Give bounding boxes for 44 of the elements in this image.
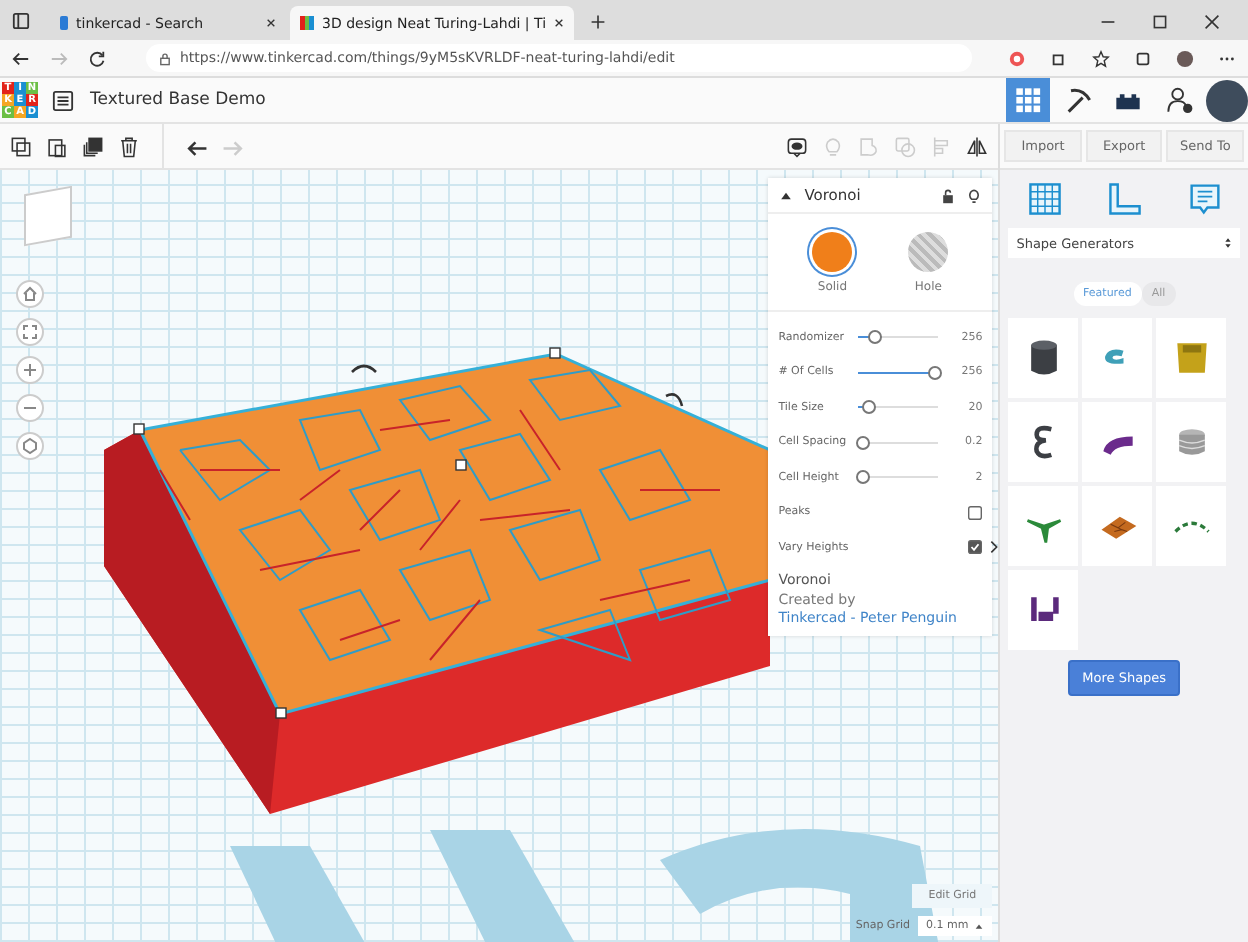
duplicate-icon[interactable] <box>82 135 104 157</box>
copy-icon[interactable] <box>10 135 32 157</box>
hole-swatch[interactable] <box>908 232 949 272</box>
ruler-icon[interactable] <box>1107 182 1142 216</box>
record-icon[interactable] <box>1008 49 1026 67</box>
grid-icon <box>1014 86 1042 114</box>
caret-icon <box>974 921 985 931</box>
orthographic-icon[interactable] <box>16 432 44 460</box>
close-tab-icon[interactable] <box>554 18 565 28</box>
workplane-icon[interactable] <box>1027 182 1062 216</box>
fit-view-icon[interactable] <box>16 318 44 346</box>
bulb-icon[interactable] <box>966 187 983 203</box>
checkbox[interactable] <box>968 505 983 520</box>
reload-icon[interactable] <box>88 49 106 67</box>
design-title[interactable]: Textured Base Demo <box>90 90 266 110</box>
collapse-icon[interactable] <box>778 187 795 203</box>
checkbox[interactable] <box>968 540 983 555</box>
panel-toggle-icon[interactable] <box>990 540 999 554</box>
list-icon[interactable] <box>52 89 74 111</box>
paste-icon[interactable] <box>46 135 68 157</box>
delete-icon[interactable] <box>118 135 140 157</box>
mirror-icon[interactable] <box>966 135 989 157</box>
new-tab-icon[interactable] <box>590 14 607 30</box>
pickaxe-icon <box>1064 86 1092 114</box>
close-tab-icon[interactable] <box>266 18 276 28</box>
solid-swatch[interactable] <box>812 232 853 272</box>
undo-icon[interactable] <box>186 135 208 157</box>
close-icon[interactable] <box>1204 14 1220 30</box>
textured-base-drawing[interactable] <box>104 347 772 814</box>
zoom-out-icon[interactable] <box>16 394 44 422</box>
sort-arrows-icon <box>1224 236 1232 250</box>
profile-icon[interactable] <box>1176 49 1194 67</box>
maximize-icon[interactable] <box>1152 14 1168 30</box>
tab-actions-icon[interactable] <box>12 12 30 30</box>
notes-icon[interactable] <box>786 135 809 157</box>
workplane-letter-shape <box>230 846 370 942</box>
lock-icon <box>158 51 172 65</box>
back-icon[interactable] <box>12 49 30 67</box>
add-user-icon[interactable] <box>1166 86 1194 114</box>
lock-icon[interactable] <box>940 187 957 203</box>
home-icon[interactable] <box>16 280 44 308</box>
avatar[interactable] <box>1206 79 1248 121</box>
zoom-in-icon[interactable] <box>16 356 44 384</box>
star-icon[interactable] <box>1092 49 1110 67</box>
